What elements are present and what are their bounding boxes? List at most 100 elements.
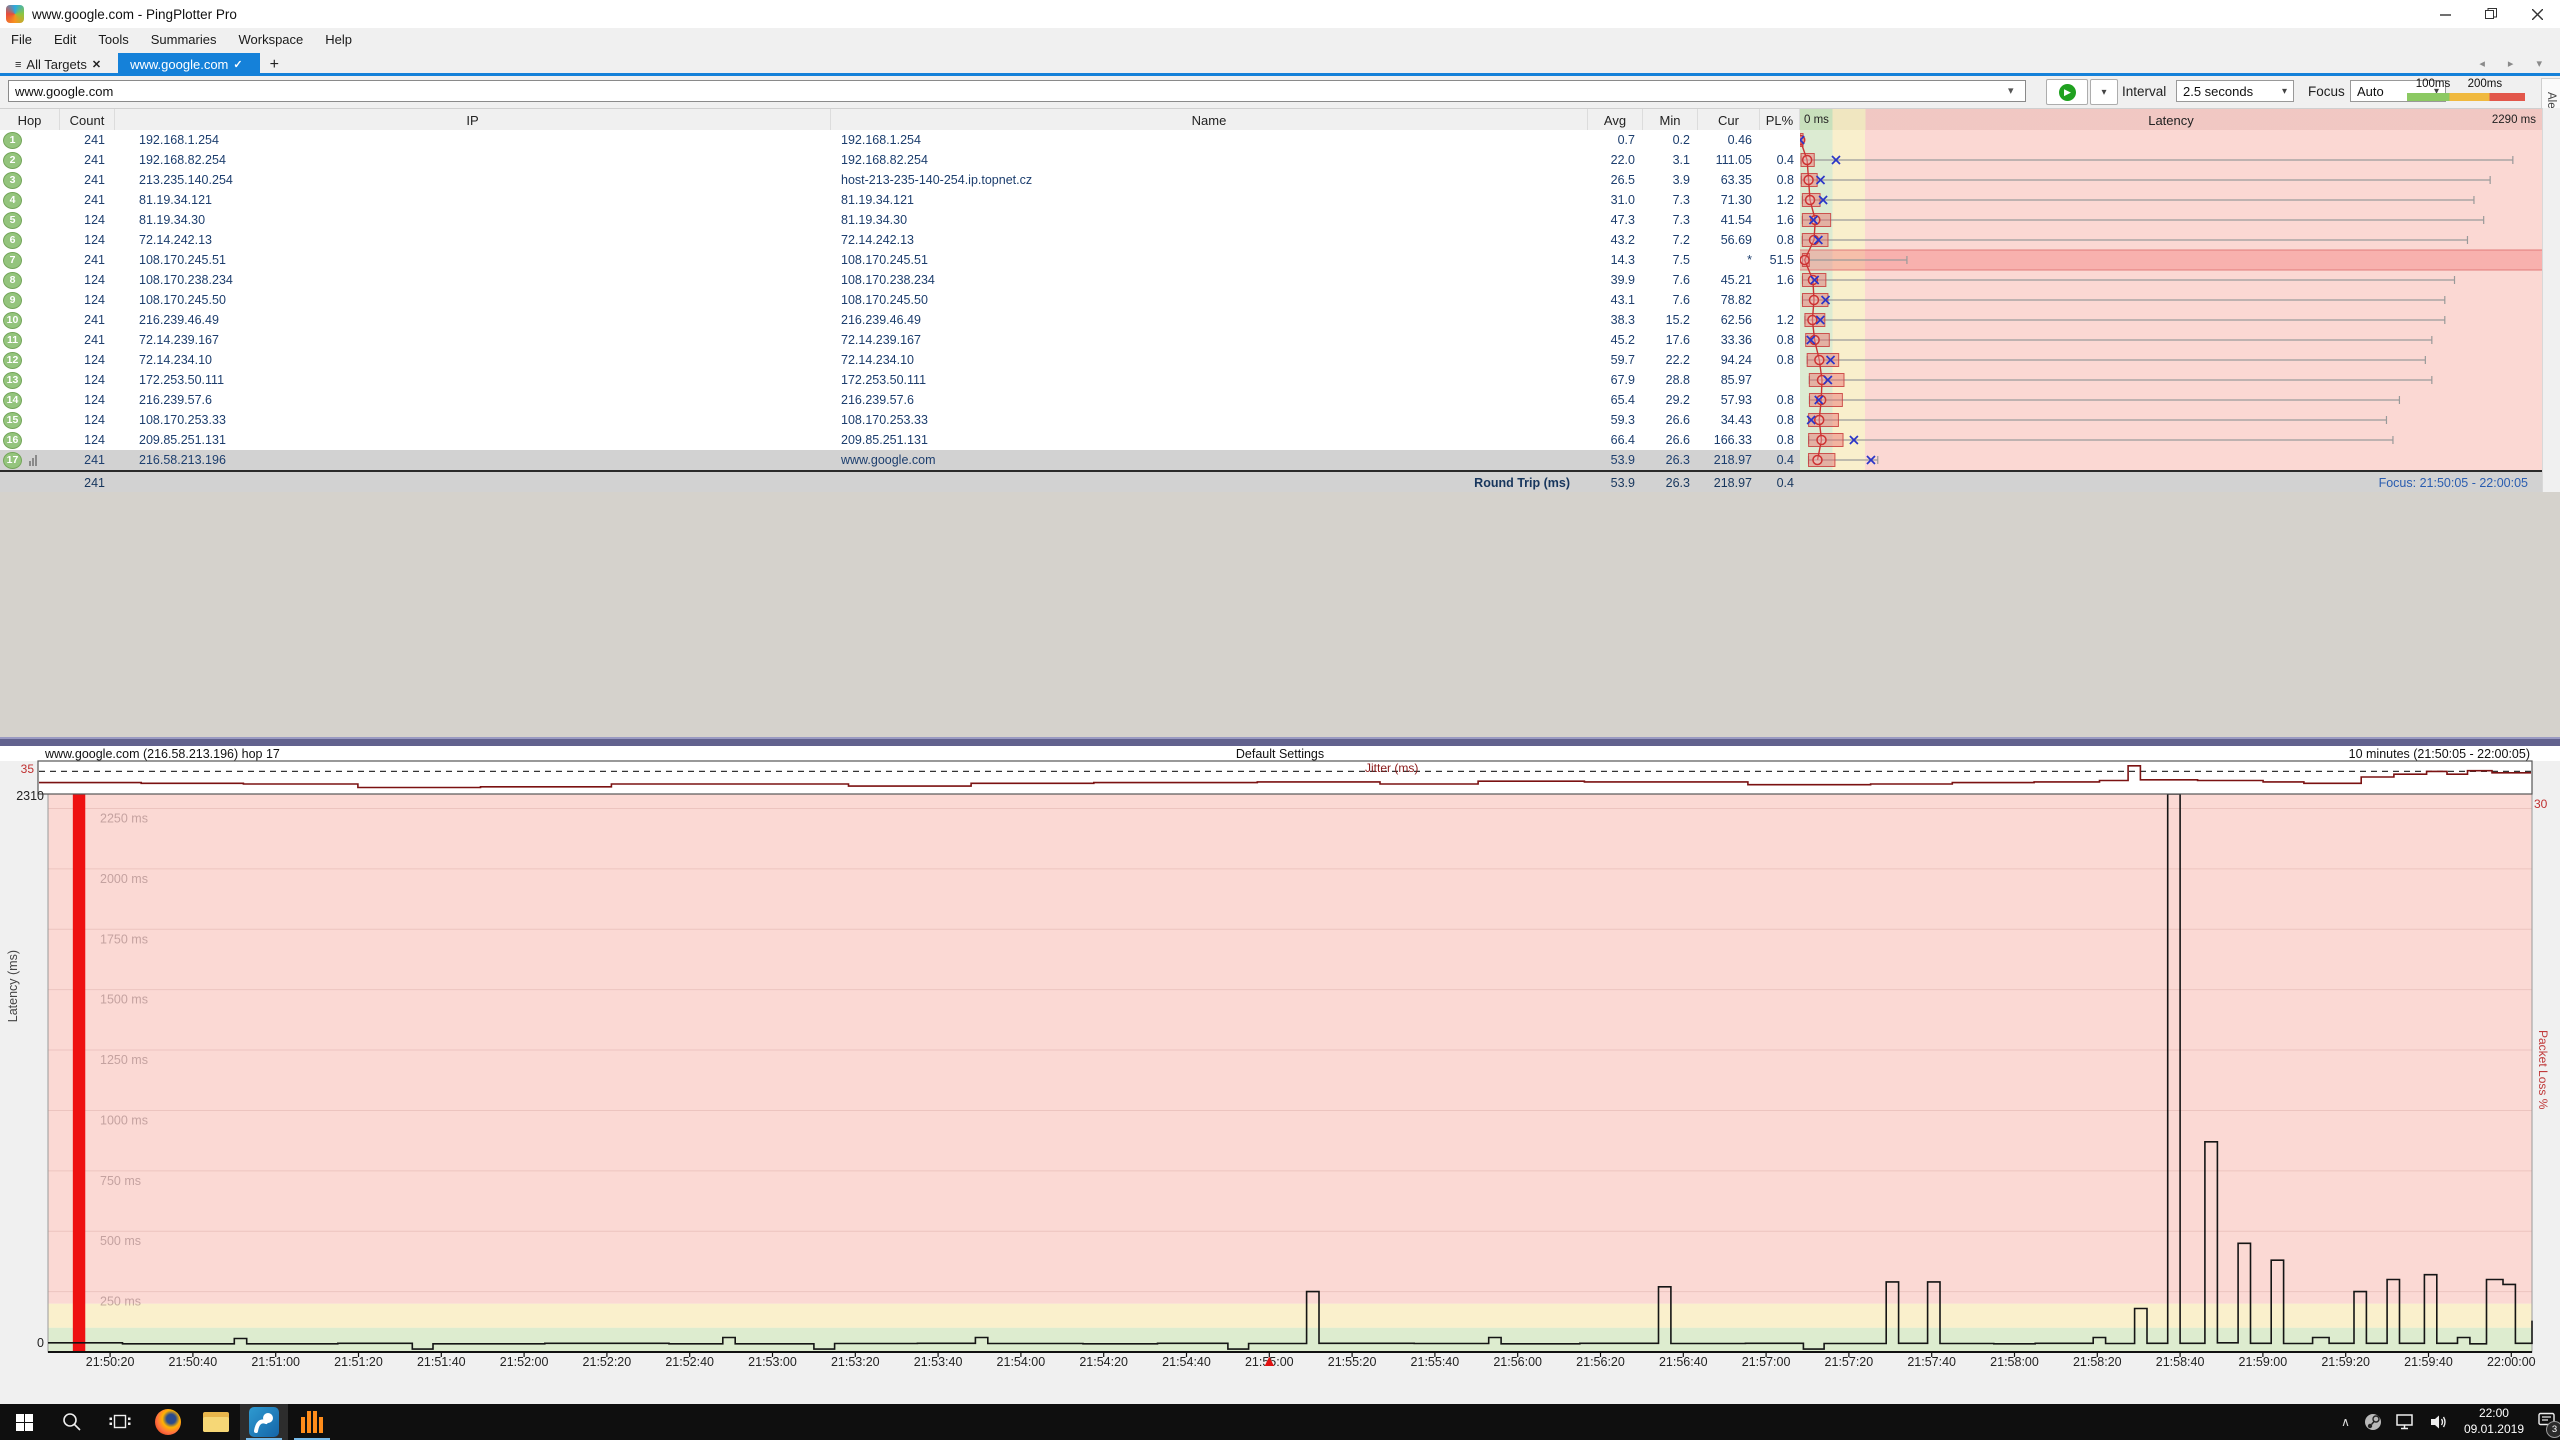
taskbar-clock[interactable]: 22:00 09.01.2019: [2464, 1406, 2524, 1437]
menu-item-file[interactable]: File: [0, 32, 43, 47]
hop-row-10[interactable]: 10241216.239.46.49216.239.46.4938.315.26…: [0, 310, 2542, 330]
menu-item-tools[interactable]: Tools: [87, 32, 139, 47]
firefox-icon: [155, 1409, 181, 1435]
latency-cell: [1800, 170, 2542, 190]
close-tab-icon[interactable]: ✕: [92, 58, 101, 71]
notification-badge: 3: [2546, 1421, 2560, 1438]
hop-row-5[interactable]: 512481.19.34.3081.19.34.3047.37.341.541.…: [0, 210, 2542, 230]
volume-icon[interactable]: [2430, 1414, 2450, 1430]
hop-row-12[interactable]: 1212472.14.234.1072.14.234.1059.722.294.…: [0, 350, 2542, 370]
svg-text:1750 ms: 1750 ms: [100, 932, 148, 946]
play-dropdown-button[interactable]: ▾: [2090, 79, 2118, 105]
hop-row-11[interactable]: 1124172.14.239.16772.14.239.16745.217.63…: [0, 330, 2542, 350]
target-input[interactable]: [8, 80, 2026, 102]
hop-row-8[interactable]: 8124108.170.238.234108.170.238.23439.97.…: [0, 270, 2542, 290]
tray-chevron-icon[interactable]: ∧: [2341, 1415, 2350, 1429]
taskbar: ∧ 22:00 09.01.2019 3: [0, 1404, 2560, 1440]
target-dropdown-icon[interactable]: ▾: [2008, 84, 2014, 97]
hop-row-9[interactable]: 9124108.170.245.50108.170.245.5043.17.67…: [0, 290, 2542, 310]
col-hop[interactable]: Hop: [0, 109, 60, 131]
menu-item-edit[interactable]: Edit: [43, 32, 87, 47]
task-view-button[interactable]: [96, 1404, 144, 1440]
col-ip[interactable]: IP: [115, 109, 831, 131]
hop-badge: 5: [3, 212, 22, 229]
table-header: Hop Count IP Name Avg Min Cur PL% 0 ms L…: [0, 108, 2542, 132]
x-tick-label: 21:52:20: [583, 1355, 632, 1369]
minimize-button[interactable]: [2422, 0, 2468, 28]
legend-color-bar: [2407, 93, 2525, 101]
hop-row-7[interactable]: 7241108.170.245.51108.170.245.5114.37.5*…: [0, 250, 2542, 270]
x-tick-label: 21:52:40: [665, 1355, 714, 1369]
hop-row-4[interactable]: 424181.19.34.12181.19.34.12131.07.371.30…: [0, 190, 2542, 210]
empty-panel: [0, 492, 2560, 737]
x-tick-label: 21:50:20: [86, 1355, 135, 1369]
name-cell: 72.14.242.13: [831, 230, 1588, 250]
restore-button[interactable]: [2468, 0, 2514, 28]
hop-row-2[interactable]: 2241192.168.82.254192.168.82.25422.03.11…: [0, 150, 2542, 170]
x-tick-label: 21:59:40: [2404, 1355, 2453, 1369]
clock-date: 09.01.2019: [2464, 1422, 2524, 1438]
tab-all-targets[interactable]: ≡ All Targets ✕: [0, 53, 116, 76]
svg-text:2000 ms: 2000 ms: [100, 872, 148, 886]
menu-item-help[interactable]: Help: [314, 32, 363, 47]
avg-cell: 47.3: [1588, 210, 1643, 230]
name-cell: host-213-235-140-254.ip.topnet.cz: [831, 170, 1588, 190]
ip-cell: 209.85.251.131: [115, 430, 831, 450]
min-cell: 26.6: [1643, 430, 1698, 450]
count-cell: 241: [60, 130, 115, 150]
play-button[interactable]: ▶: [2046, 79, 2088, 105]
steam-icon[interactable]: [2364, 1413, 2382, 1431]
col-min[interactable]: Min: [1643, 109, 1698, 131]
network-icon[interactable]: [2396, 1414, 2416, 1430]
x-tick-label: 22:00:00: [2487, 1355, 2536, 1369]
latency-color-legend: 100ms 200ms: [2407, 78, 2525, 104]
min-cell: 29.2: [1643, 390, 1698, 410]
search-icon: [62, 1412, 82, 1432]
col-pl[interactable]: PL%: [1760, 109, 1800, 131]
ip-cell: 216.239.57.6: [115, 390, 831, 410]
taskbar-pingplotter-button[interactable]: [240, 1404, 288, 1440]
focus-marker[interactable]: ▲: [1261, 1353, 1277, 1371]
cur-cell: 56.69: [1698, 230, 1760, 250]
tab-scroll-arrows[interactable]: ◂ ▸ ▾: [2479, 57, 2552, 70]
ip-cell: [115, 472, 831, 494]
hop-row-17[interactable]: 17241216.58.213.196www.google.com53.926.…: [0, 450, 2542, 470]
col-avg[interactable]: Avg: [1588, 109, 1643, 131]
svg-text:500 ms: 500 ms: [100, 1234, 141, 1248]
col-count[interactable]: Count: [60, 109, 115, 131]
taskbar-explorer-button[interactable]: [192, 1404, 240, 1440]
hop-row-13[interactable]: 13124172.253.50.111172.253.50.11167.928.…: [0, 370, 2542, 390]
panel-splitter[interactable]: [0, 737, 2560, 746]
tab-www-google-com[interactable]: www.google.com ✓: [118, 53, 260, 76]
x-tick-label: 21:52:00: [500, 1355, 549, 1369]
hop-row-14[interactable]: 14124216.239.57.6216.239.57.665.429.257.…: [0, 390, 2542, 410]
pl-cell: 0.4: [1760, 450, 1800, 470]
toolbar: ▾ ▶ ▾ Interval 2.5 seconds ▾ Focus Auto …: [0, 76, 2560, 109]
col-cur[interactable]: Cur: [1698, 109, 1760, 131]
latency-cell: [1800, 150, 2542, 170]
hop-row-1[interactable]: 1241192.168.1.254192.168.1.2540.70.20.46: [0, 130, 2542, 150]
hop-row-15[interactable]: 15124108.170.253.33108.170.253.3359.326.…: [0, 410, 2542, 430]
taskbar-search-button[interactable]: [48, 1404, 96, 1440]
taskbar-firefox-button[interactable]: [144, 1404, 192, 1440]
interval-select[interactable]: 2.5 seconds ▾: [2176, 80, 2294, 102]
menu-item-workspace[interactable]: Workspace: [227, 32, 314, 47]
hop-row-16[interactable]: 16124209.85.251.131209.85.251.13166.426.…: [0, 430, 2542, 450]
x-tick-label: 21:54:00: [997, 1355, 1046, 1369]
col-latency[interactable]: 0 ms Latency 2290 ms: [1800, 109, 2542, 131]
new-tab-button[interactable]: +: [260, 53, 289, 76]
ip-cell: 216.239.46.49: [115, 310, 831, 330]
taskbar-blackops4-button[interactable]: [288, 1404, 336, 1440]
menu-item-summaries[interactable]: Summaries: [140, 32, 228, 47]
action-center-button[interactable]: 3: [2538, 1412, 2556, 1433]
min-cell: 7.6: [1643, 290, 1698, 310]
hop-row-3[interactable]: 3241213.235.140.254host-213-235-140-254.…: [0, 170, 2542, 190]
close-button[interactable]: [2514, 0, 2560, 28]
timeline-graph[interactable]: 2250 ms2000 ms1750 ms1500 ms1250 ms1000 …: [0, 746, 2560, 1380]
col-name[interactable]: Name: [831, 109, 1588, 131]
latency-cell: [1800, 350, 2542, 370]
interval-label: Interval: [2122, 84, 2166, 99]
hop-row-6[interactable]: 612472.14.242.1372.14.242.1343.27.256.69…: [0, 230, 2542, 250]
start-button[interactable]: [0, 1404, 48, 1440]
round-trip-row[interactable]: 241Round Trip (ms)53.926.3218.970.4Focus…: [0, 470, 2542, 494]
